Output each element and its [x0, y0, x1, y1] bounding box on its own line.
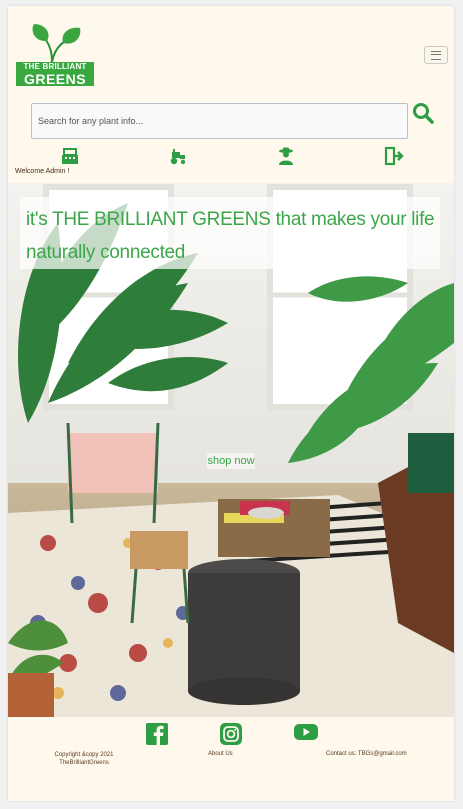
footer: Copyright &copy 2021 TheBrilliantGreens …: [8, 717, 454, 801]
search-input[interactable]: [31, 103, 408, 139]
instagram-icon[interactable]: [220, 723, 242, 745]
tractor-icon[interactable]: [168, 146, 188, 166]
about-us-link[interactable]: About Us: [208, 751, 233, 757]
search-icon[interactable]: [412, 102, 434, 124]
cash-register-icon[interactable]: [60, 146, 80, 166]
menu-toggle-button[interactable]: [424, 46, 448, 64]
welcome-text: Welcome Admin !: [15, 168, 70, 175]
page-frame: THE BRILLIANT GREENS Welcome Admin !: [8, 6, 454, 801]
youtube-icon[interactable]: [294, 723, 318, 741]
farmer-icon[interactable]: [276, 146, 296, 166]
logout-icon[interactable]: [384, 146, 404, 166]
brand-logo[interactable]: THE BRILLIANT GREENS: [16, 24, 94, 86]
leaf-icon: [32, 24, 81, 63]
copyright-text: Copyright &copy 2021 TheBrilliantGreens: [54, 752, 114, 766]
hamburger-icon: [431, 50, 441, 60]
brand-name-line2: GREENS: [16, 72, 94, 86]
facebook-icon[interactable]: [146, 723, 168, 745]
contact-text: Contact us: TBGs@gmail.com: [326, 751, 407, 757]
shop-now-button[interactable]: shop now: [207, 453, 255, 469]
hero-tagline: it's THE BRILLIANT GREENS that makes you…: [26, 209, 435, 263]
